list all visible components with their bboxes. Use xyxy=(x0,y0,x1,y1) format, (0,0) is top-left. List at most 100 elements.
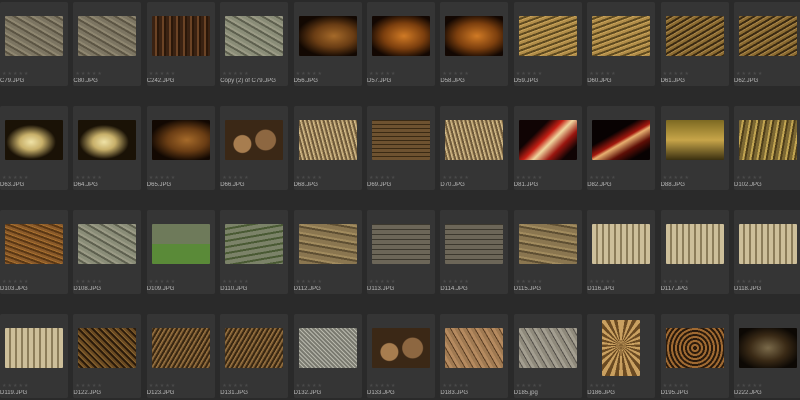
thumbnail-image[interactable] xyxy=(225,224,284,264)
thumbnail-image[interactable] xyxy=(739,16,797,56)
thumbnail-image[interactable] xyxy=(518,328,577,368)
thumbnail-image[interactable] xyxy=(225,16,284,56)
rating-stars[interactable]: ★★★★★ xyxy=(589,383,616,389)
thumbnail-cell[interactable]: ★★★★★ D64.JPG xyxy=(73,106,142,190)
rating-stars[interactable]: ★★★★★ xyxy=(222,175,249,181)
thumbnail-cell[interactable]: ★★★★★ C79.JPG xyxy=(0,2,68,86)
thumbnail-cell[interactable]: ★★★★★ D108.JPG xyxy=(73,210,142,294)
thumbnail-cell[interactable]: ★★★★★ D117.JPG xyxy=(660,210,729,294)
thumbnail-image[interactable] xyxy=(665,328,724,368)
thumbnail-cell[interactable]: ★★★★★ D56.JPG xyxy=(293,2,362,86)
rating-stars[interactable]: ★★★★★ xyxy=(736,71,763,77)
thumbnail-cell[interactable]: ★★★★★ D66.JPG xyxy=(220,106,289,190)
rating-stars[interactable]: ★★★★★ xyxy=(2,175,29,181)
thumbnail-cell[interactable]: ★★★★★ D88.JPG xyxy=(660,106,729,190)
thumbnail-cell[interactable]: ★★★★★ D59.JPG xyxy=(513,2,582,86)
thumbnail-cell[interactable]: ★★★★★ D62.JPG xyxy=(734,2,800,86)
rating-stars[interactable]: ★★★★★ xyxy=(442,175,469,181)
rating-stars[interactable]: ★★★★★ xyxy=(516,71,543,77)
thumbnail-image[interactable] xyxy=(665,16,724,56)
thumbnail-cell[interactable]: ★★★★★ D58.JPG xyxy=(440,2,509,86)
rating-stars[interactable]: ★★★★★ xyxy=(149,71,176,77)
thumbnail-image[interactable] xyxy=(78,16,137,56)
thumbnail-cell[interactable]: ★★★★★ C80.JPG xyxy=(73,2,142,86)
thumbnail-cell[interactable]: ★★★★★ D131.JPG xyxy=(220,314,289,398)
thumbnail-image[interactable] xyxy=(78,224,137,264)
rating-stars[interactable]: ★★★★★ xyxy=(589,175,616,181)
thumbnail-image[interactable] xyxy=(592,224,651,264)
thumbnail-image[interactable] xyxy=(78,120,137,160)
thumbnail-image[interactable] xyxy=(5,120,63,160)
thumbnail-cell[interactable]: ★★★★★ D119.JPG xyxy=(0,314,68,398)
rating-stars[interactable]: ★★★★★ xyxy=(442,383,469,389)
rating-stars[interactable]: ★★★★★ xyxy=(516,279,543,285)
thumbnail-cell[interactable]: ★★★★★ D122.JPG xyxy=(73,314,142,398)
thumbnail-image[interactable] xyxy=(298,224,357,264)
thumbnail-image[interactable] xyxy=(225,120,284,160)
thumbnail-cell[interactable]: ★★★★★ D109.JPG xyxy=(146,210,215,294)
thumbnail-cell[interactable]: ★★★★★ Copy (2) of C79.JPG xyxy=(220,2,289,86)
thumbnail-image[interactable] xyxy=(5,328,63,368)
rating-stars[interactable]: ★★★★★ xyxy=(736,279,763,285)
thumbnail-cell[interactable]: ★★★★★ D81.JPG xyxy=(513,106,582,190)
thumbnail-image[interactable] xyxy=(151,224,210,264)
rating-stars[interactable]: ★★★★★ xyxy=(296,71,323,77)
rating-stars[interactable]: ★★★★★ xyxy=(296,175,323,181)
thumbnail-cell[interactable]: ★★★★★ D115.JPG xyxy=(513,210,582,294)
thumbnail-cell[interactable]: ★★★★★ D70.JPG xyxy=(440,106,509,190)
rating-stars[interactable]: ★★★★★ xyxy=(369,175,396,181)
thumbnail-image[interactable] xyxy=(78,328,137,368)
thumbnail-image[interactable] xyxy=(518,224,577,264)
thumbnail-cell[interactable]: ★★★★★ D65.JPG xyxy=(146,106,215,190)
rating-stars[interactable]: ★★★★★ xyxy=(222,383,249,389)
rating-stars[interactable]: ★★★★★ xyxy=(2,383,29,389)
thumbnail-cell[interactable]: ★★★★★ D60.JPG xyxy=(587,2,656,86)
thumbnail-image[interactable] xyxy=(372,328,430,368)
thumbnail-image[interactable] xyxy=(592,120,651,160)
rating-stars[interactable]: ★★★★★ xyxy=(442,279,469,285)
thumbnail-cell[interactable]: ★★★★★ D112.JPG xyxy=(293,210,362,294)
rating-stars[interactable]: ★★★★★ xyxy=(369,279,396,285)
rating-stars[interactable]: ★★★★★ xyxy=(663,71,690,77)
thumbnail-cell[interactable]: ★★★★★ D186.JPG xyxy=(587,314,656,398)
thumbnail-cell[interactable]: ★★★★★ D57.JPG xyxy=(367,2,435,86)
thumbnail-image[interactable] xyxy=(225,328,284,368)
thumbnail-image[interactable] xyxy=(445,328,504,368)
thumbnail-cell[interactable]: ★★★★★ D63.JPG xyxy=(0,106,68,190)
rating-stars[interactable]: ★★★★★ xyxy=(369,71,396,77)
thumbnail-image[interactable] xyxy=(518,16,577,56)
thumbnail-image[interactable] xyxy=(372,120,430,160)
thumbnail-cell[interactable]: ★★★★★ D133.JPG xyxy=(367,314,435,398)
thumbnail-image[interactable] xyxy=(5,16,63,56)
thumbnail-image[interactable] xyxy=(298,120,357,160)
thumbnail-image[interactable] xyxy=(445,224,504,264)
thumbnail-cell[interactable]: ★★★★★ D61.JPG xyxy=(660,2,729,86)
thumbnail-cell[interactable]: ★★★★★ D102.JPG xyxy=(734,106,800,190)
thumbnail-cell[interactable]: ★★★★★ D222.JPG xyxy=(734,314,800,398)
rating-stars[interactable]: ★★★★★ xyxy=(75,279,102,285)
rating-stars[interactable]: ★★★★★ xyxy=(663,279,690,285)
thumbnail-cell[interactable]: ★★★★★ D185.jpg xyxy=(513,314,582,398)
thumbnail-cell[interactable]: ★★★★★ D68.JPG xyxy=(293,106,362,190)
thumbnail-cell[interactable]: ★★★★★ D113.JPG xyxy=(367,210,435,294)
thumbnail-image[interactable] xyxy=(372,224,430,264)
thumbnail-image[interactable] xyxy=(151,328,210,368)
rating-stars[interactable]: ★★★★★ xyxy=(149,175,176,181)
thumbnail-cell[interactable]: ★★★★★ D103.JPG xyxy=(0,210,68,294)
rating-stars[interactable]: ★★★★★ xyxy=(75,175,102,181)
thumbnail-image[interactable] xyxy=(298,16,357,56)
thumbnail-image[interactable] xyxy=(602,320,641,376)
thumbnail-cell[interactable]: ★★★★★ D118.JPG xyxy=(734,210,800,294)
thumbnail-image[interactable] xyxy=(151,16,210,56)
thumbnail-cell[interactable]: ★★★★★ D114.JPG xyxy=(440,210,509,294)
thumbnail-image[interactable] xyxy=(739,120,797,160)
rating-stars[interactable]: ★★★★★ xyxy=(149,383,176,389)
rating-stars[interactable]: ★★★★★ xyxy=(516,175,543,181)
rating-stars[interactable]: ★★★★★ xyxy=(2,279,29,285)
rating-stars[interactable]: ★★★★★ xyxy=(589,71,616,77)
rating-stars[interactable]: ★★★★★ xyxy=(736,383,763,389)
thumbnail-image[interactable] xyxy=(445,120,504,160)
thumbnail-image[interactable] xyxy=(518,120,577,160)
thumbnail-cell[interactable]: ★★★★★ C242.JPG xyxy=(146,2,215,86)
thumbnail-cell[interactable]: ★★★★★ D123.JPG xyxy=(146,314,215,398)
